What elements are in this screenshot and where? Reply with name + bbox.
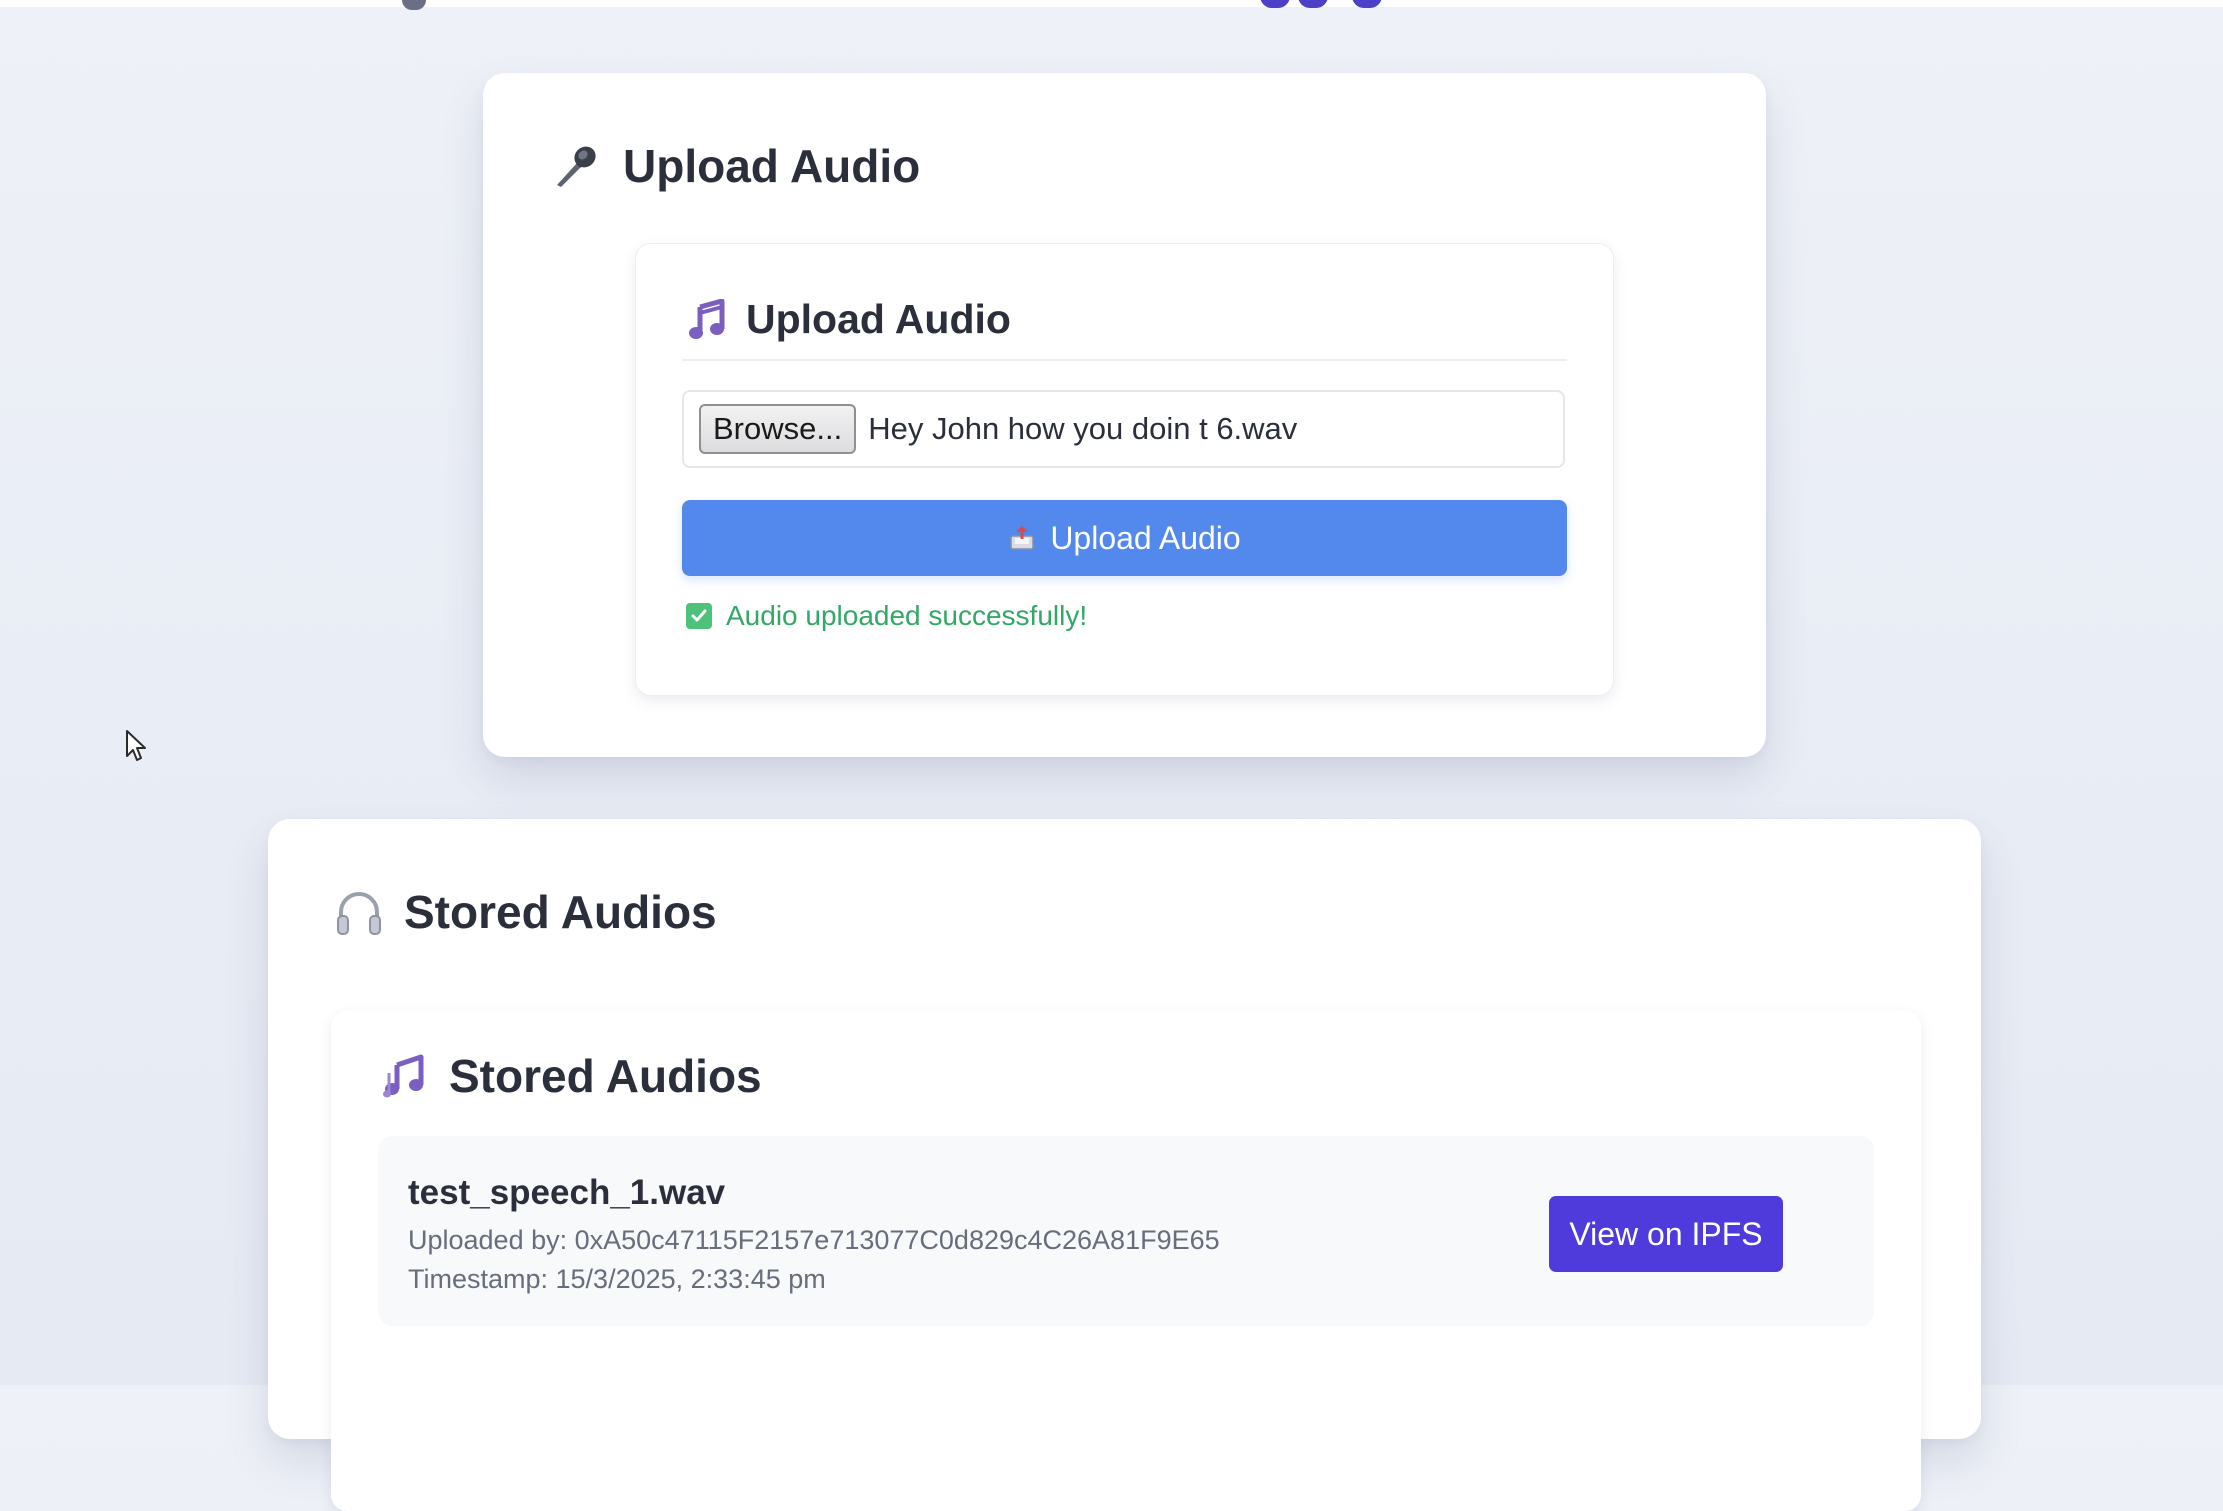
upload-section-title-row: Upload Audio [551,139,920,193]
mouse-cursor-icon [125,729,147,768]
stored-section-title: Stored Audios [404,886,717,938]
upload-audio-button[interactable]: Upload Audio [682,500,1567,576]
upload-form-title-row: Upload Audio [688,296,1011,343]
file-input[interactable]: Browse... Hey John how you doin t 6.wav [682,390,1565,468]
check-box-icon [686,603,712,629]
upload-form-title: Upload Audio [746,296,1011,342]
list-item: test_speech_1.wav Uploaded by: 0xA50c471… [378,1136,1874,1326]
stored-list-title: Stored Audios [449,1050,762,1102]
music-note-icon [688,298,728,341]
upload-status-message: Audio uploaded successfully! [726,600,1088,631]
divider [682,359,1567,361]
upload-audio-button-label: Upload Audio [1050,519,1241,556]
stored-list-title-row: Stored Audios [383,1049,762,1103]
outbox-tray-icon [1008,524,1036,552]
music-notes-icon [383,1053,431,1099]
view-on-ipfs-button[interactable]: View on IPFS [1549,1196,1783,1272]
stored-audios-card: Stored Audios Stored Audios test_speech_… [268,819,1981,1511]
stored-audios-panel: Stored Audios test_speech_1.wav Uploaded… [331,1011,1921,1511]
cropped-page-title [1260,0,1440,16]
upload-audio-card: Upload Audio Upload Audio Browse... Hey … [483,73,1766,757]
stored-section-title-row: Stored Audios [336,885,717,939]
audio-file-name: test_speech_1.wav [408,1173,726,1212]
microphone-icon [551,141,601,191]
selected-file-name: Hey John how you doin t 6.wav [868,411,1298,446]
top-edge [0,0,2223,7]
upload-status: Audio uploaded successfully! [686,600,1087,632]
upload-section-title: Upload Audio [623,140,921,192]
browse-button[interactable]: Browse... [699,404,857,454]
uploaded-by: Uploaded by: 0xA50c47115F2157e713077C0d8… [408,1225,1220,1255]
timestamp: Timestamp: 15/3/2025, 2:33:45 pm [408,1264,826,1294]
cropped-heading-fragment [402,0,426,10]
upload-form-panel: Upload Audio Browse... Hey John how you … [635,243,1614,696]
headphones-icon [336,888,382,936]
